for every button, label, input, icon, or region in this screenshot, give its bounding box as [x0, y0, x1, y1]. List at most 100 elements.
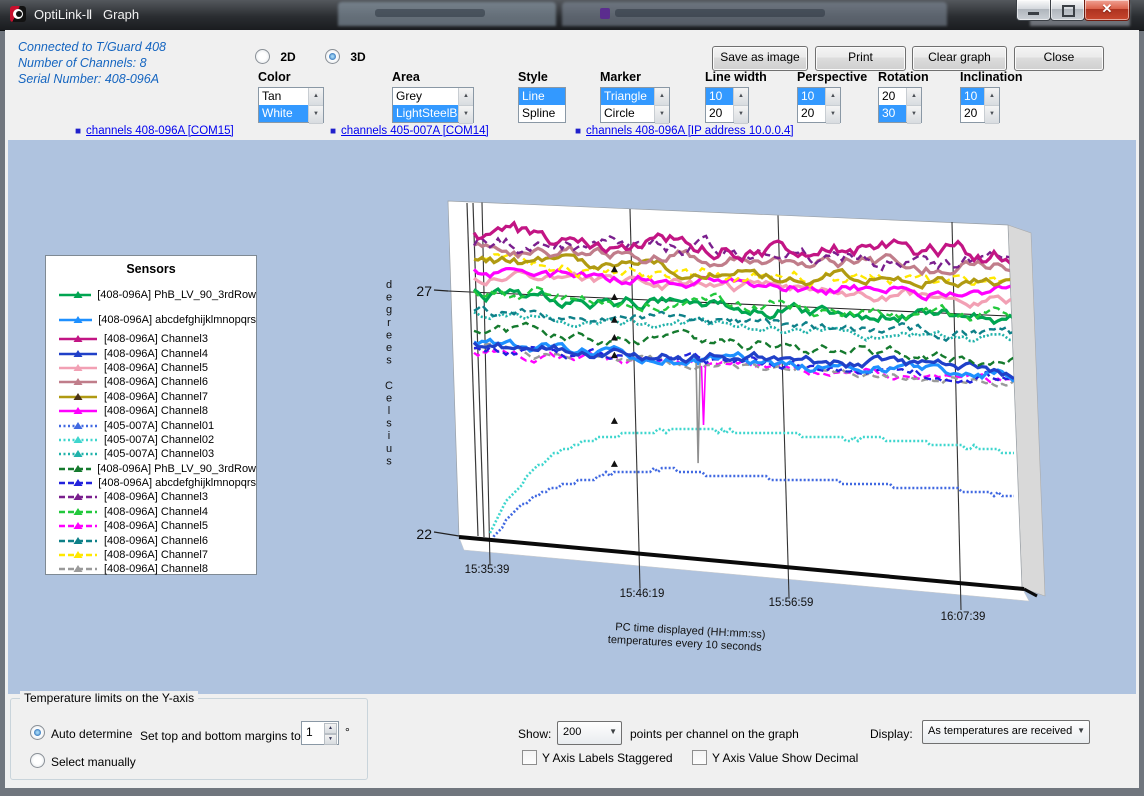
channel-link-ip[interactable]: ■channels 408-096A [IP address 10.0.0.4]: [575, 125, 794, 137]
scroll-up-icon[interactable]: ▲: [907, 88, 921, 106]
radio-2d[interactable]: [255, 49, 270, 64]
scroll-down-icon[interactable]: ▼: [826, 106, 840, 124]
margin-spinner[interactable]: 1 ▲ ▼: [301, 721, 339, 745]
scroll-up-icon[interactable]: ▲: [985, 88, 999, 106]
listbox-scroll-arrows: ▲▼: [825, 88, 840, 122]
listbox-inclination: 1020▲▼: [960, 87, 1000, 123]
scroll-up-icon[interactable]: ▲: [734, 88, 748, 106]
temperature-limits-title: Temperature limits on the Y-axis: [20, 691, 198, 705]
y-axis-show-decimal-checkbox[interactable]: [692, 750, 707, 765]
option-white[interactable]: White: [259, 105, 312, 122]
window-title: OptiLink-Ⅱ: [34, 7, 92, 23]
legend-swatch-icon: [58, 435, 98, 445]
legend-item-label: [405-007A] Channel02: [104, 434, 214, 446]
channel-link-com15[interactable]: ■channels 408-096A [COM15]: [75, 125, 234, 137]
print-button[interactable]: Print: [815, 46, 906, 71]
legend-swatch-icon: [58, 290, 91, 300]
legend-item-label: [405-007A] Channel03: [104, 448, 214, 460]
legend-item-label: [408-096A] PhB_LV_90_3rdRow: [97, 289, 256, 301]
dimension-radios: 2D 3D: [255, 49, 366, 64]
selector-label-line-width: Line width: [705, 70, 767, 84]
scroll-up-icon[interactable]: ▲: [826, 88, 840, 106]
select-manually-label: Select manually: [51, 755, 136, 769]
selector-label-rotation: Rotation: [878, 70, 929, 84]
y-axis-caption-letter: s: [386, 355, 392, 367]
legend-item-label: [408-096A] Channel4: [104, 506, 208, 518]
display-mode-value: As temperatures are received: [928, 725, 1072, 737]
auto-determine-label: Auto determine: [51, 727, 132, 741]
option-circle[interactable]: Circle: [601, 105, 658, 122]
legend-swatch-icon: [58, 464, 91, 474]
close-graph-button[interactable]: Close: [1014, 46, 1104, 71]
legend-swatch-icon: [58, 492, 98, 502]
legend-item: [408-096A] abcdefghijklmnopqrs: [46, 476, 256, 490]
minimize-button[interactable]: [1016, 0, 1051, 21]
legend-item-label: [408-096A] Channel8: [104, 405, 208, 417]
option-tan[interactable]: Tan: [259, 88, 312, 105]
legend-swatch-icon: [58, 315, 92, 325]
x-tick-label: 15:46:19: [620, 588, 665, 600]
scroll-down-icon[interactable]: ▼: [734, 106, 748, 124]
x-tick-label: 15:56:59: [769, 597, 814, 609]
listbox-line-width: 1020▲▼: [705, 87, 749, 123]
chevron-down-icon: ▼: [1077, 726, 1085, 735]
display-mode-select[interactable]: As temperatures are received ▼: [922, 720, 1090, 744]
scroll-down-icon[interactable]: ▼: [907, 106, 921, 124]
listbox-scroll-arrows: ▲▼: [984, 88, 999, 122]
y-tick: [434, 290, 448, 291]
margin-value: 1: [306, 725, 313, 739]
listbox-marker: TriangleCircle▲▼: [600, 87, 670, 123]
option-lightsteelblue[interactable]: LightSteelBlue: [393, 105, 462, 122]
scroll-down-icon[interactable]: ▼: [459, 106, 473, 124]
legend-rows: [408-096A] PhB_LV_90_3rdRow [408-096A] ab…: [46, 282, 256, 577]
option-triangle[interactable]: Triangle: [601, 88, 658, 105]
save-as-image-button[interactable]: Save as image: [712, 46, 808, 71]
legend-item-label: [408-096A] Channel3: [104, 333, 208, 345]
legend-title: Sensors: [46, 262, 256, 282]
connection-line-3: Serial Number: 408-096A: [18, 71, 166, 87]
background-window-icon: [600, 8, 610, 19]
legend-item-label: [408-096A] abcdefghijklmnopqrs: [98, 477, 256, 489]
y-axis-labels-staggered-label: Y Axis Labels Staggered: [542, 751, 673, 765]
selector-label-perspective: Perspective: [797, 70, 867, 84]
radio-3d-label: 3D: [350, 50, 365, 64]
option-spline[interactable]: Spline: [519, 105, 565, 122]
select-manually-radio[interactable]: [30, 753, 45, 768]
maximize-button[interactable]: [1050, 0, 1085, 21]
scroll-up-icon[interactable]: ▲: [655, 88, 669, 106]
legend-item: [408-096A] Channel4: [46, 505, 256, 519]
channel-square-icon: ■: [330, 126, 336, 137]
close-button[interactable]: ✕: [1084, 0, 1130, 21]
maximize-icon: [1062, 5, 1075, 17]
auto-determine-radio[interactable]: [30, 725, 45, 740]
legend-swatch-icon: [58, 363, 98, 373]
margins-label: Set top and bottom margins to:: [140, 729, 304, 743]
clear-graph-button[interactable]: Clear graph: [912, 46, 1007, 71]
scroll-up-icon[interactable]: ▲: [309, 88, 323, 106]
radio-3d[interactable]: [325, 49, 340, 64]
y-axis-labels-staggered-checkbox[interactable]: [522, 750, 537, 765]
spinner-up-icon[interactable]: ▲: [324, 723, 337, 734]
legend-item: [408-096A] Channel6: [46, 375, 256, 389]
legend-item-label: [408-096A] Channel3: [104, 491, 208, 503]
listbox-perspective: 1020▲▼: [797, 87, 841, 123]
window-page-title: Graph: [103, 7, 139, 22]
minimize-icon: [1028, 12, 1039, 15]
scroll-down-icon[interactable]: ▼: [985, 106, 999, 124]
margin-unit: °: [345, 725, 350, 739]
option-grey[interactable]: Grey: [393, 88, 462, 105]
scroll-up-icon[interactable]: ▲: [459, 88, 473, 106]
selector-label-style: Style: [518, 70, 548, 84]
scroll-down-icon[interactable]: ▼: [309, 106, 323, 124]
legend-swatch-icon: [58, 521, 98, 531]
scroll-down-icon[interactable]: ▼: [655, 106, 669, 124]
channel-link-com14[interactable]: ■channels 405-007A [COM14]: [330, 125, 489, 137]
show-points-select[interactable]: 200 ▼: [557, 721, 622, 745]
option-line[interactable]: Line: [519, 88, 565, 105]
graph-canvas: 15:35:3915:46:1915:56:5916:07:392722degr…: [8, 140, 1136, 694]
y-axis-caption-letter: d: [386, 279, 392, 291]
display-label: Display:: [870, 727, 913, 741]
spinner-down-icon[interactable]: ▼: [324, 734, 337, 745]
background-window-text: [615, 9, 825, 17]
legend-swatch-icon: [58, 334, 98, 344]
